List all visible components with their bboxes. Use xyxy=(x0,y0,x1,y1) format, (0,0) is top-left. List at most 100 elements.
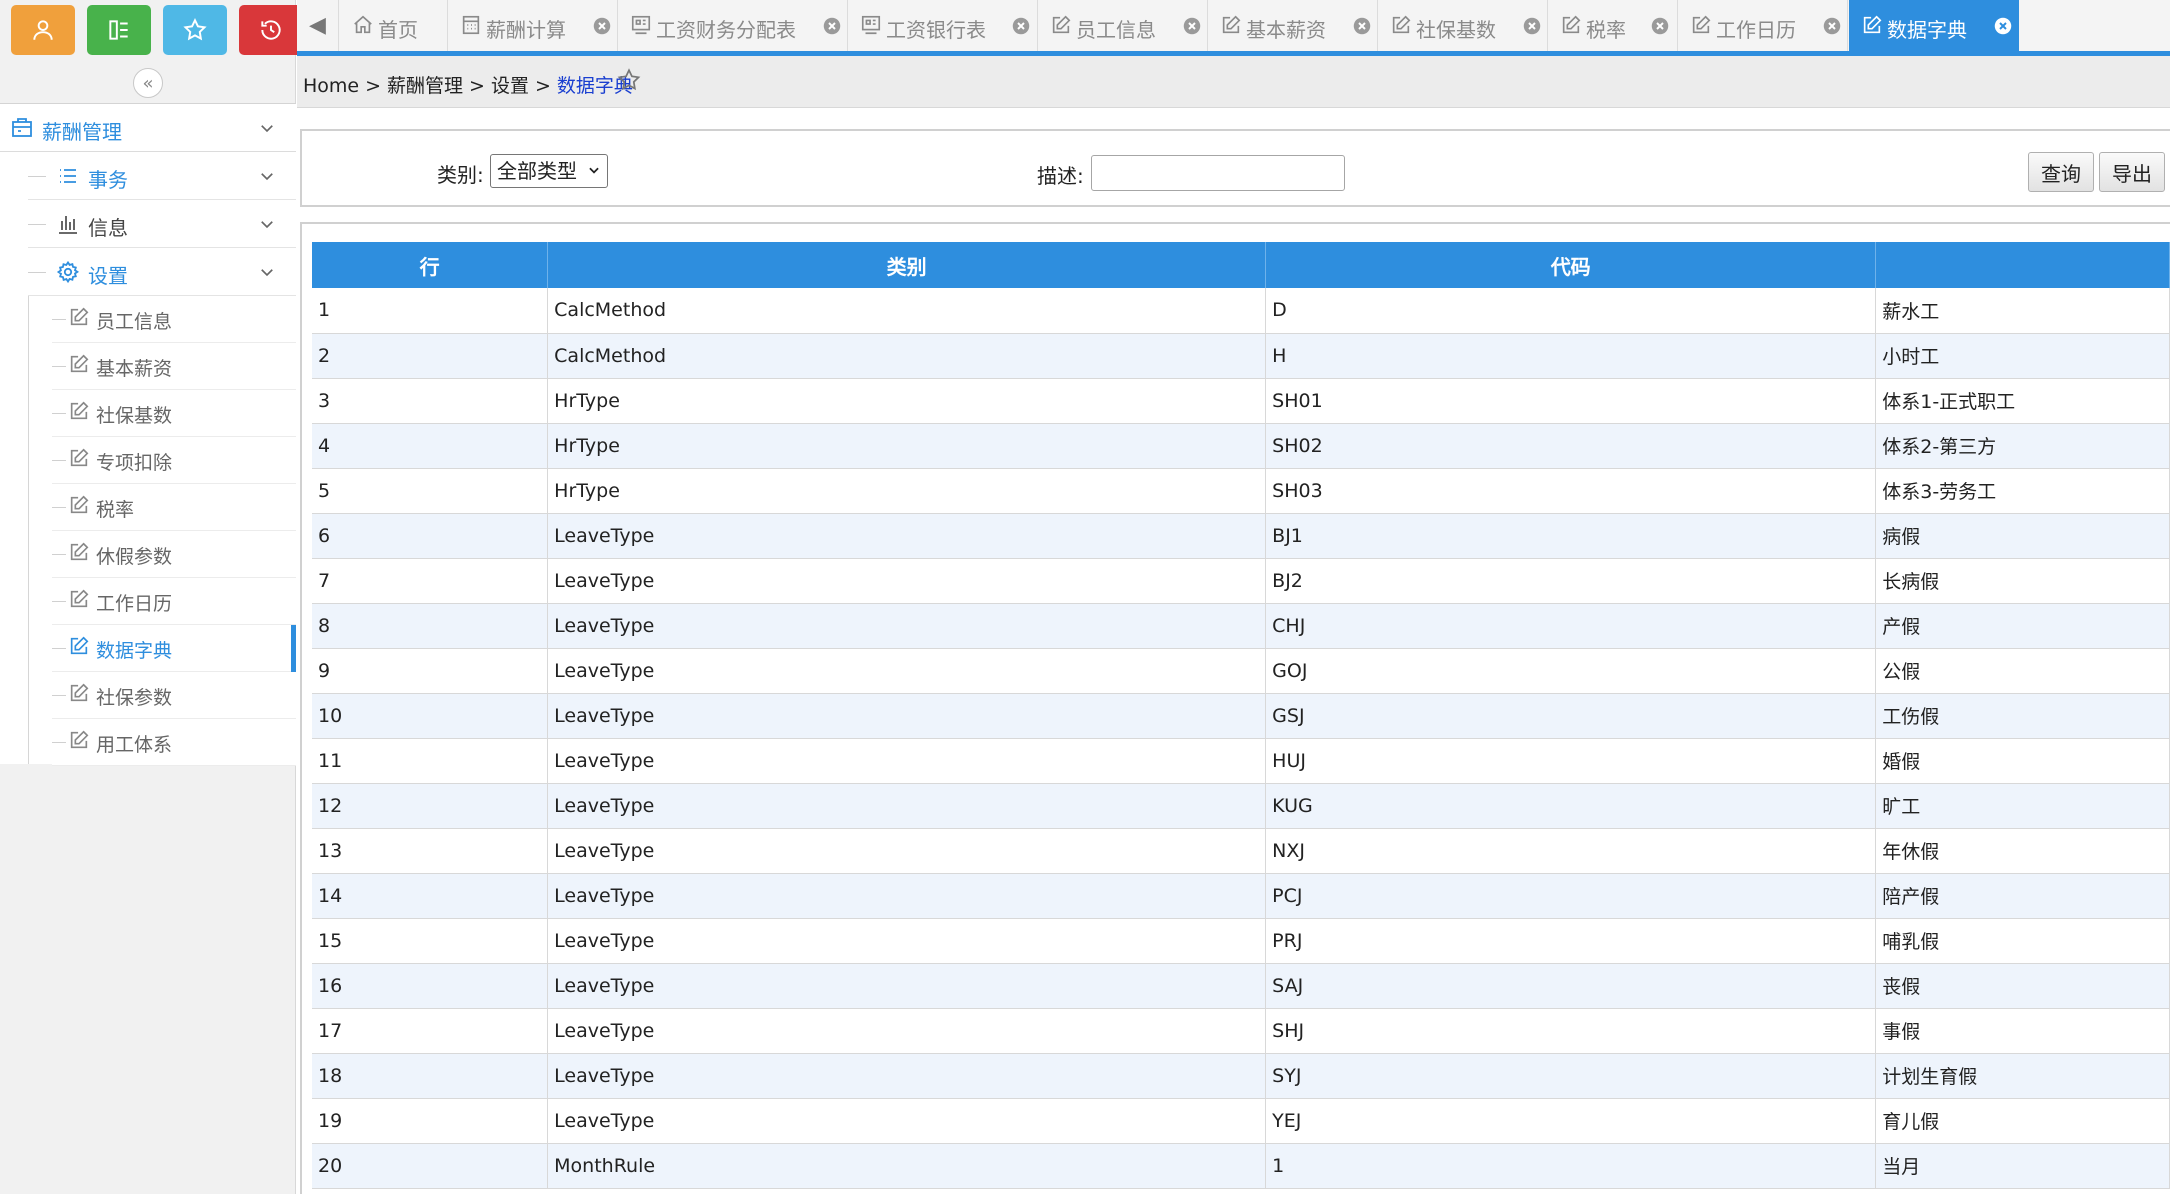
menu-quick-button[interactable] xyxy=(87,5,151,55)
sidebar-group-info[interactable]: 信息 xyxy=(28,200,296,248)
bar-chart-icon xyxy=(59,216,77,234)
table-row[interactable]: 18 LeaveType SYJ 计划生育假 xyxy=(312,1053,2170,1099)
row-number-cell: 7 xyxy=(312,558,549,604)
close-icon[interactable] xyxy=(823,17,841,35)
close-icon[interactable] xyxy=(1183,17,1201,35)
tab-label: 首页 xyxy=(378,18,418,42)
description-cell: 陪产假 xyxy=(1875,873,2170,919)
sidebar-item-label: 工作日历 xyxy=(96,593,173,615)
code-cell: SH02 xyxy=(1265,423,1877,469)
type-cell: CalcMethod xyxy=(547,333,1267,379)
close-icon[interactable] xyxy=(1012,17,1030,35)
query-button[interactable]: 查询 xyxy=(2028,152,2094,192)
tab-scroll-left-button[interactable]: ◀ xyxy=(297,0,339,51)
table-row[interactable]: 5 HrType SH03 体系3-劳务工 xyxy=(312,468,2170,514)
breadcrumb-level2[interactable]: 设置 xyxy=(491,75,529,97)
double-chevron-left-icon: « xyxy=(142,72,154,94)
tab-salary-calculation[interactable]: 薪酬计算 xyxy=(448,0,618,51)
sidebar-item-base-salary[interactable]: 基本薪资 xyxy=(52,343,296,390)
close-icon[interactable] xyxy=(1994,17,2012,35)
table-row[interactable]: 1 CalcMethod D 薪水工 xyxy=(312,288,2170,334)
close-icon[interactable] xyxy=(1651,17,1669,35)
gear-icon xyxy=(56,260,80,284)
chevron-down-icon xyxy=(261,269,273,277)
table-row[interactable]: 12 LeaveType KUG 旷工 xyxy=(312,783,2170,829)
tab-employee-info[interactable]: 员工信息 xyxy=(1038,0,1208,51)
close-icon[interactable] xyxy=(1823,17,1841,35)
table-row[interactable]: 6 LeaveType BJ1 病假 xyxy=(312,513,2170,559)
report-icon xyxy=(631,15,651,35)
table-row[interactable]: 8 LeaveType CHJ 产假 xyxy=(312,603,2170,649)
sidebar-group-affairs[interactable]: 事务 xyxy=(28,152,296,200)
sidebar-item-employment-system[interactable]: 用工体系 xyxy=(52,719,296,766)
table-row[interactable]: 19 LeaveType YEJ 育儿假 xyxy=(312,1098,2170,1144)
close-icon[interactable] xyxy=(1353,17,1371,35)
tab-home[interactable]: 首页 xyxy=(340,0,448,51)
tab-work-calendar[interactable]: 工作日历 xyxy=(1678,0,1848,51)
table-row[interactable]: 7 LeaveType BJ2 长病假 xyxy=(312,558,2170,604)
type-cell: LeaveType xyxy=(547,783,1267,829)
sidebar-item-label: 社保参数 xyxy=(96,687,173,709)
row-number-cell: 12 xyxy=(312,783,549,829)
tab-salary-finance-allocation[interactable]: 工资财务分配表 xyxy=(618,0,848,51)
type-cell: LeaveType xyxy=(547,603,1267,649)
table-row[interactable]: 14 LeaveType PCJ 陪产假 xyxy=(312,873,2170,919)
column-header-code[interactable]: 代码 xyxy=(1265,242,1877,288)
edit-icon xyxy=(70,448,89,467)
table-row[interactable]: 2 CalcMethod H 小时工 xyxy=(312,333,2170,379)
tab-social-security-base[interactable]: 社保基数 xyxy=(1378,0,1548,51)
edit-icon xyxy=(70,589,89,608)
user-quick-button[interactable] xyxy=(11,5,75,55)
table-row[interactable]: 11 LeaveType HUJ 婚假 xyxy=(312,738,2170,784)
breadcrumb-home[interactable]: Home xyxy=(303,75,359,97)
row-number-cell: 13 xyxy=(312,828,549,874)
collapse-sidebar-button[interactable]: « xyxy=(133,68,163,98)
description-cell: 病假 xyxy=(1875,513,2170,559)
favorites-quick-button[interactable] xyxy=(163,5,227,55)
menu-icon xyxy=(109,20,128,40)
type-cell: LeaveType xyxy=(547,873,1267,919)
close-icon[interactable] xyxy=(593,17,611,35)
table-row[interactable]: 17 LeaveType SHJ 事假 xyxy=(312,1008,2170,1054)
sidebar-item-salary-management[interactable]: 薪酬管理 xyxy=(0,104,296,152)
table-row[interactable]: 15 LeaveType PRJ 哺乳假 xyxy=(312,918,2170,964)
edit-icon xyxy=(70,542,89,561)
description-input[interactable] xyxy=(1091,155,1345,191)
sidebar-item-label: 基本薪资 xyxy=(96,358,173,380)
code-cell: BJ2 xyxy=(1265,558,1877,604)
table-row[interactable]: 9 LeaveType GOJ 公假 xyxy=(312,648,2170,694)
sidebar-group-settings[interactable]: 设置 xyxy=(28,248,296,296)
sidebar-item-tax-rate[interactable]: 税率 xyxy=(52,484,296,531)
tab-base-salary[interactable]: 基本薪资 xyxy=(1208,0,1378,51)
sidebar-item-social-security-params[interactable]: 社保参数 xyxy=(52,672,296,719)
sidebar-item-work-calendar[interactable]: 工作日历 xyxy=(52,578,296,625)
column-header-type[interactable]: 类别 xyxy=(547,242,1267,288)
tab-salary-bank-sheet[interactable]: 工资银行表 xyxy=(848,0,1038,51)
close-icon[interactable] xyxy=(1523,17,1541,35)
type-label: 类别: xyxy=(437,163,484,187)
sidebar-item-special-deduction[interactable]: 专项扣除 xyxy=(52,437,296,484)
column-header-row-number[interactable]: 行 xyxy=(312,242,549,288)
history-quick-button[interactable] xyxy=(239,5,303,55)
type-cell: LeaveType xyxy=(547,648,1267,694)
table-row[interactable]: 20 MonthRule 1 当月 xyxy=(312,1143,2170,1189)
row-number-cell: 9 xyxy=(312,648,549,694)
table-row[interactable]: 13 LeaveType NXJ 年休假 xyxy=(312,828,2170,874)
double-chevron-left-icon: ◀ xyxy=(309,13,326,38)
sidebar-item-leave-params[interactable]: 休假参数 xyxy=(52,531,296,578)
export-button[interactable]: 导出 xyxy=(2099,152,2165,192)
favorite-star-icon[interactable] xyxy=(616,67,642,93)
sidebar-item-data-dictionary[interactable]: 数据字典 xyxy=(52,625,296,672)
table-row[interactable]: 10 LeaveType GSJ 工伤假 xyxy=(312,693,2170,739)
column-header-description[interactable] xyxy=(1875,242,2170,288)
sidebar-item-employee-info[interactable]: 员工信息 xyxy=(52,296,296,343)
type-select[interactable]: 全部类型 xyxy=(490,154,608,188)
tab-tax-rate[interactable]: 税率 xyxy=(1548,0,1678,51)
sidebar-group-label: 设置 xyxy=(88,264,128,288)
sidebar-item-social-security-base[interactable]: 社保基数 xyxy=(52,390,296,437)
table-row[interactable]: 16 LeaveType SAJ 丧假 xyxy=(312,963,2170,1009)
table-row[interactable]: 3 HrType SH01 体系1-正式职工 xyxy=(312,378,2170,424)
breadcrumb-level1[interactable]: 薪酬管理 xyxy=(387,75,463,97)
tab-data-dictionary[interactable]: 数据字典 xyxy=(1849,0,2019,51)
table-row[interactable]: 4 HrType SH02 体系2-第三方 xyxy=(312,423,2170,469)
